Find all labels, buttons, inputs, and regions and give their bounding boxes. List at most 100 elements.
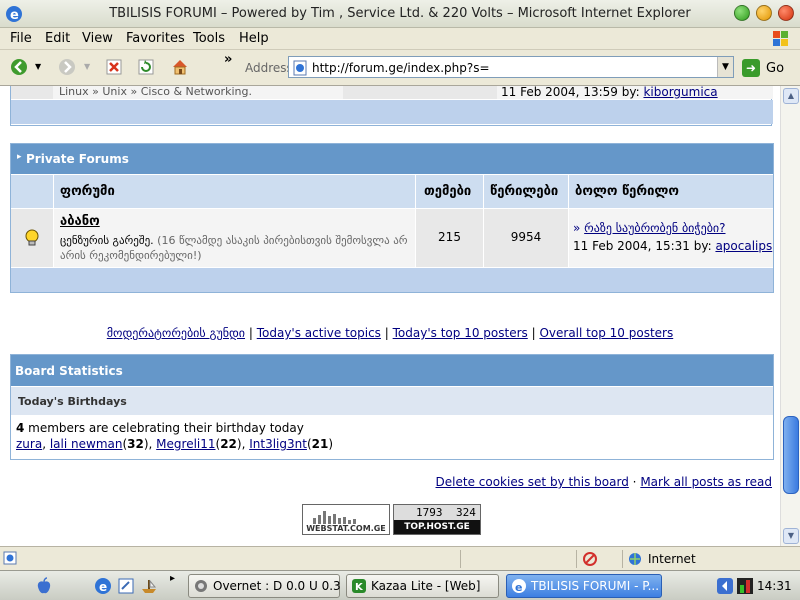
posts-count: 9954 (510, 230, 542, 244)
row-forum-cell: აბანო ცენზურის გარეშე. (16 წლამდე ასაკის… (54, 209, 415, 267)
link-separator: | (384, 326, 389, 340)
minimize-button[interactable] (734, 5, 750, 21)
member-age: 21 (311, 437, 329, 451)
menu-help[interactable]: Help (239, 31, 269, 46)
header-topics-label: თემები (424, 184, 472, 199)
top-last-post-user[interactable]: kiborgumica (643, 86, 717, 99)
security-zone-label: Internet (648, 552, 696, 566)
collapse-arrow-icon[interactable]: ▸ (17, 152, 22, 162)
breadcrumb-cisco[interactable]: Cisco & Networking. (141, 86, 252, 98)
top-forum-table: Linux » Unix » Cisco & Networking. 11 Fe… (10, 86, 773, 126)
ie-task-icon: e (512, 579, 526, 594)
quicklaunch-chevron-icon[interactable]: ▸ (170, 573, 175, 584)
active-topics-link[interactable]: Today's active topics (257, 326, 381, 340)
top-icon-cell (11, 86, 53, 99)
breadcrumb-unix[interactable]: Unix (102, 86, 127, 98)
task-ie-forum[interactable]: e TBILISIS FORUMI - P... (506, 574, 662, 598)
apple-icon[interactable] (34, 576, 54, 596)
stop-icon[interactable] (105, 58, 123, 76)
ie-quicklaunch-icon[interactable]: e (94, 577, 112, 595)
top-lastpost-cell: 11 Feb 2004, 13:59 by: kiborgumica (497, 86, 773, 99)
menu-edit[interactable]: Edit (45, 31, 70, 46)
moderators-link[interactable]: მოდერატორების გუნდი (107, 326, 245, 340)
last-post-date: 11 Feb 2004, 15:31 (573, 239, 690, 253)
address-dropdown-icon[interactable]: ▼ (717, 57, 733, 77)
scroll-down-icon[interactable]: ▼ (783, 528, 799, 544)
no-lock-icon (583, 552, 597, 566)
forum-name-link[interactable]: აბანო (60, 214, 100, 229)
tophost-counter[interactable]: 1793 324 TOP.HOST.GE (393, 504, 481, 535)
forward-icon[interactable] (58, 58, 76, 76)
go-button[interactable]: ➜ Go (742, 59, 798, 79)
edit-quicklaunch-icon[interactable] (117, 577, 135, 595)
breadcrumb-sep-2: » (130, 86, 138, 98)
forward-dropdown-icon[interactable]: ▼ (84, 62, 94, 80)
birthdays-title: Today's Birthdays (18, 395, 127, 408)
address-url[interactable]: http://forum.ge/index.php?s= (312, 61, 490, 75)
clock: 14:31 (757, 579, 792, 593)
vertical-scrollbar[interactable]: ▲ ▼ (780, 86, 800, 546)
task-kazaa[interactable]: K Kazaa Lite - [Web] (346, 574, 499, 598)
birthday-member-link[interactable]: Megreli11 (156, 437, 215, 451)
back-icon[interactable] (10, 58, 28, 76)
header-forum-label: ფორუმი (60, 184, 115, 199)
birthdays-header: Today's Birthdays (11, 387, 773, 415)
birthday-member-link[interactable]: zura (16, 437, 42, 451)
go-arrow-icon: ➜ (742, 59, 760, 77)
scroll-up-icon[interactable]: ▲ (783, 88, 799, 104)
task-label: TBILISIS FORUMI - P... (531, 579, 660, 593)
webstat-label: WEBSTAT.COM.GE (306, 524, 386, 533)
board-actions: Delete cookies set by this board · Mark … (436, 475, 772, 489)
tray-left-arrow-icon[interactable] (716, 577, 734, 595)
tray-meter-icon[interactable] (736, 577, 754, 595)
top-10-overall-link[interactable]: Overall top 10 posters (539, 326, 673, 340)
top-topics-cell (343, 86, 411, 99)
board-stats-table: Board Statistics Today's Birthdays 4 mem… (10, 354, 774, 460)
address-input[interactable]: http://forum.ge/index.php?s= ▼ (288, 56, 734, 78)
mark-read-link[interactable]: Mark all posts as read (640, 475, 772, 489)
private-forums-footer (11, 268, 773, 292)
close-button[interactable] (778, 5, 794, 21)
back-dropdown-icon[interactable]: ▼ (35, 62, 45, 80)
last-post-user-link[interactable]: apocalips (715, 239, 772, 253)
home-icon[interactable] (171, 58, 189, 76)
breadcrumb-linux[interactable]: Linux (59, 86, 89, 98)
svg-text:e: e (99, 580, 107, 594)
row-topics-cell: 215 (416, 209, 483, 267)
private-forums-header: ▸ Private Forums (11, 144, 773, 174)
private-forums-title[interactable]: Private Forums (26, 152, 129, 166)
status-divider (622, 550, 623, 568)
menu-favorites[interactable]: Favorites (126, 31, 185, 46)
row-last-post-cell: » რაზე საუბრობენ ბიჭები? 11 Feb 2004, 15… (569, 209, 773, 267)
internet-zone-icon (629, 553, 641, 565)
menu-file[interactable]: File (10, 31, 32, 46)
private-forums-table: ▸ Private Forums ფორუმი თემები წერილები … (10, 143, 774, 293)
header-last-post: ბოლო წერილო (569, 175, 773, 208)
board-stats-title: Board Statistics (15, 364, 123, 378)
last-post-title-link[interactable]: რაზე საუბრობენ ბიჭები? (584, 221, 725, 235)
ship-quicklaunch-icon[interactable] (140, 577, 158, 595)
toolbar-chevron-icon[interactable]: » (224, 52, 236, 70)
task-overnet[interactable]: Overnet : D 0.0 U 0.3 (188, 574, 341, 598)
scroll-thumb[interactable] (783, 416, 799, 494)
topics-count: 215 (438, 230, 461, 244)
birthday-member-link[interactable]: lali newman (50, 437, 123, 451)
birthday-member-link[interactable]: Int3lig3nt (249, 437, 307, 451)
top-10-today-link[interactable]: Today's top 10 posters (393, 326, 528, 340)
menu-tools[interactable]: Tools (193, 31, 225, 46)
last-post-by-label: by: (693, 239, 712, 253)
row-posts-cell: 9954 (484, 209, 568, 267)
maximize-button[interactable] (756, 5, 772, 21)
link-separator: | (531, 326, 536, 340)
delete-cookies-link[interactable]: Delete cookies set by this board (436, 475, 629, 489)
header-forum: ფორუმი (54, 175, 415, 208)
menu-view[interactable]: View (82, 31, 113, 46)
member-age: 32 (127, 437, 144, 451)
birthdays-body: 4 members are celebrating their birthday… (11, 416, 773, 459)
webstat-counter[interactable]: WEBSTAT.COM.GE (302, 504, 390, 535)
go-label: Go (766, 61, 785, 76)
header-posts-label: წერილები (490, 184, 559, 199)
window-title: TBILISIS FORUMI – Powered by Tim , Servi… (109, 6, 691, 21)
refresh-icon[interactable] (137, 58, 155, 76)
svg-text:K: K (355, 582, 364, 593)
